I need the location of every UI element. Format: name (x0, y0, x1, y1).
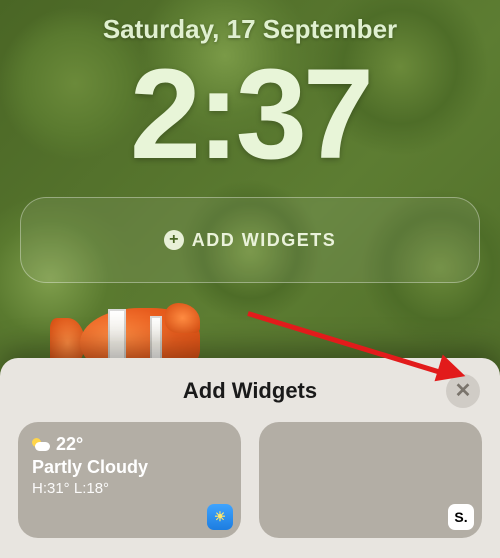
widget-card-2[interactable]: S. (259, 422, 482, 538)
app-icon-s: S. (448, 504, 474, 530)
partly-cloudy-icon (32, 438, 50, 452)
weather-condition: Partly Cloudy (32, 457, 227, 478)
weather-app-icon: ☀ (207, 504, 233, 530)
add-widgets-label: ADD WIDGETS (192, 230, 337, 251)
close-icon: ✕ (455, 381, 472, 401)
weather-hilo: H:31° L:18° (32, 480, 227, 497)
weather-temp: 22° (56, 434, 83, 455)
close-button[interactable]: ✕ (446, 374, 480, 408)
add-widgets-slot[interactable]: + ADD WIDGETS (20, 197, 480, 283)
weather-widget-card[interactable]: 22° Partly Cloudy H:31° L:18° ☀ (18, 422, 241, 538)
lockscreen-date[interactable]: Saturday, 17 September (103, 14, 397, 45)
plus-circle-icon: + (164, 230, 184, 250)
add-widgets-sheet: Add Widgets ✕ 22° Partly Cloudy H:31° L:… (0, 358, 500, 558)
sheet-title: Add Widgets (183, 378, 317, 404)
lockscreen-time[interactable]: 2:37 (130, 51, 370, 179)
